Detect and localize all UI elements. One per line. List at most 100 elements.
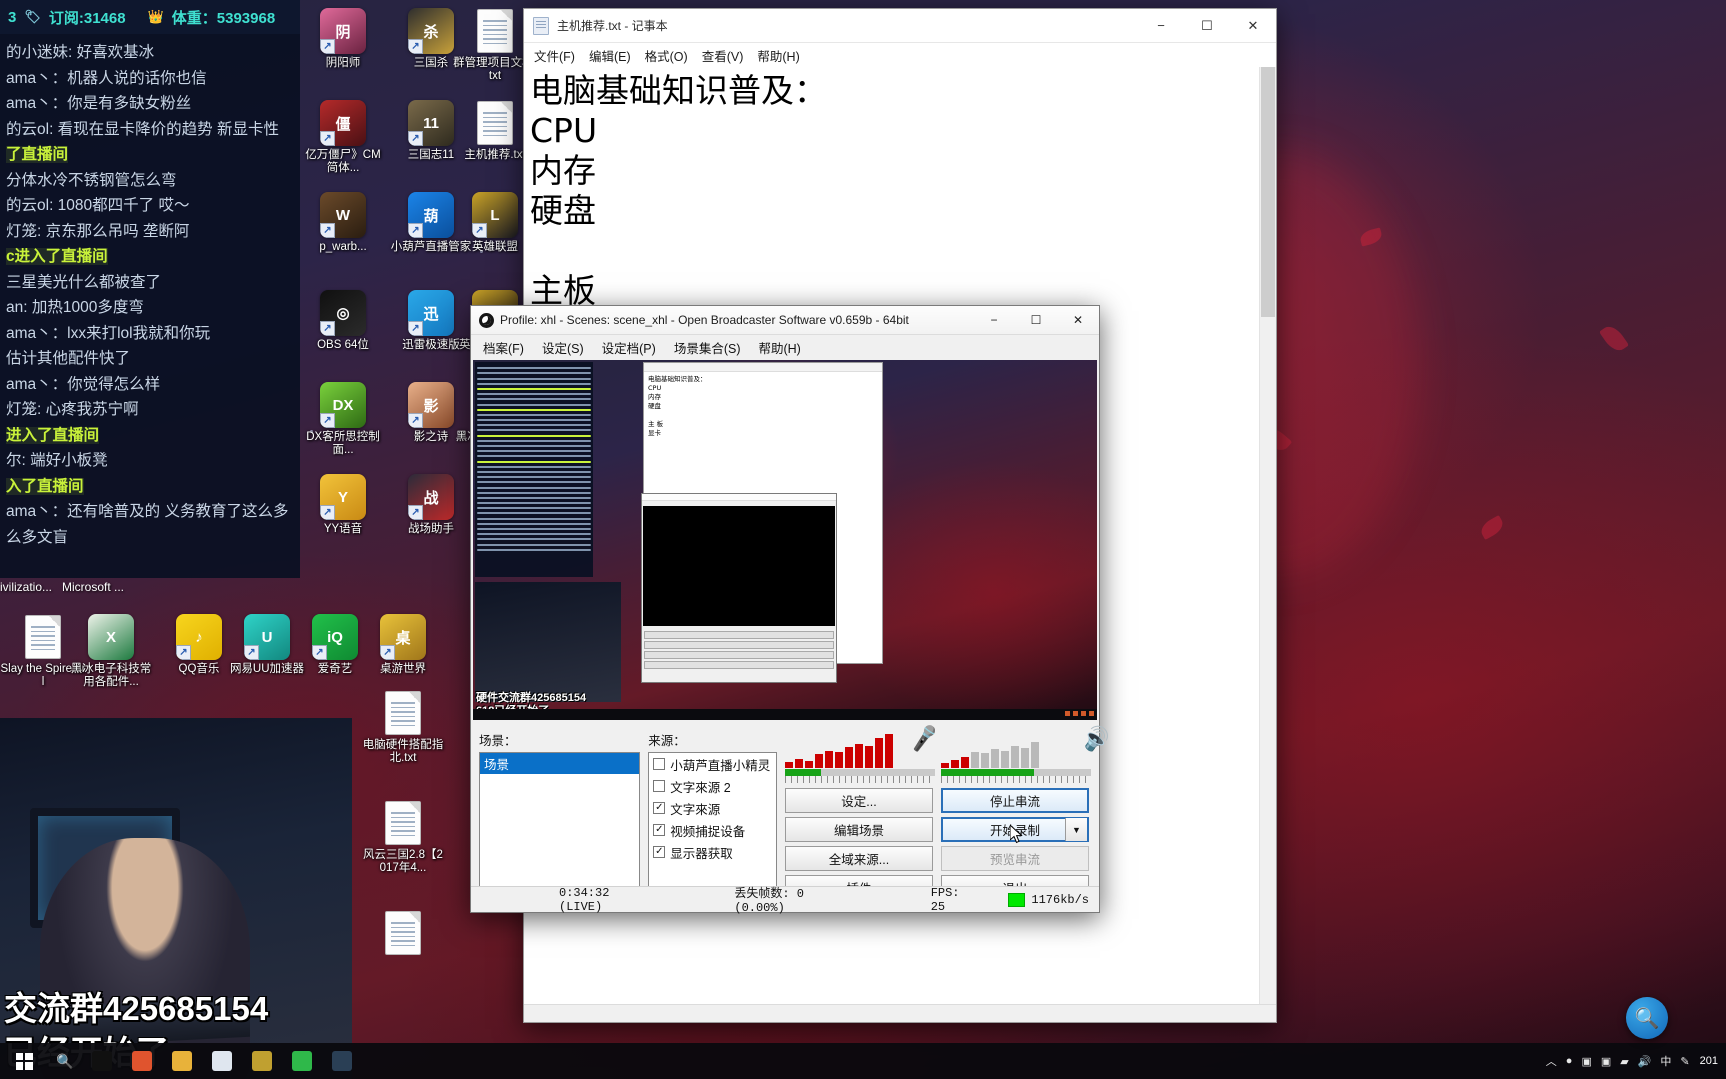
speaker-level-fill — [941, 769, 1034, 776]
source-list-item[interactable]: 文字來源 2 — [649, 775, 776, 797]
notepad-close-button[interactable]: ✕ — [1230, 9, 1276, 43]
desktop-icon[interactable]: 僵 ↗ 亿万僵尸》CM简体... — [300, 100, 386, 175]
obs-button[interactable]: 全域来源... — [785, 846, 933, 871]
notepad-titlebar[interactable]: 主机推荐.txt - 记事本 − ☐ ✕ — [524, 9, 1276, 43]
network-icon[interactable]: ▰ — [1620, 1055, 1628, 1068]
notepad-menu-item[interactable]: 文件(F) — [534, 46, 575, 65]
obs-window[interactable]: Profile: xhl - Scenes: scene_xhl - Open … — [470, 305, 1112, 915]
obs-button[interactable]: 停止串流 — [941, 788, 1089, 813]
obs-control-panel[interactable]: 场景： 场景 来源： 小葫芦直播小精灵 文字來源 2 ✓ 文字來源 ✓ 视频捕捉设备 ✓ 显示… — [471, 724, 1112, 900]
source-list-item[interactable]: ✓ 文字來源 — [649, 797, 776, 819]
volume-icon[interactable]: 🔊 — [1638, 1055, 1652, 1068]
vu-bar — [951, 760, 959, 768]
desktop-icon[interactable] — [360, 910, 446, 959]
notepad-menu-item[interactable]: 格式(O) — [645, 46, 688, 65]
desktop-icon[interactable]: W ↗ p_warb... — [300, 192, 386, 254]
source-checkbox[interactable]: ✓ — [653, 824, 666, 836]
chat-message-text: ama丶：你觉得怎么样 — [6, 375, 161, 393]
app-tray-icon[interactable]: ▣ — [1601, 1055, 1611, 1068]
obs-button[interactable]: 开始录制 ▼ — [941, 817, 1089, 842]
desktop-icon[interactable]: 战 ↗ 战场助手 — [388, 474, 474, 536]
obs-right-button-column[interactable]: 停止串流开始录制▼预览串流退出 — [941, 788, 1089, 900]
shortcut-arrow-icon: ↗ — [320, 223, 335, 238]
notepad-taskbar-icon[interactable] — [202, 1043, 242, 1079]
iqiyi-icon: iQ ↗ — [312, 614, 358, 660]
shield-icon[interactable]: ▣ — [1581, 1055, 1591, 1068]
desktop-icon-label: 亿万僵尸》CM简体... — [305, 149, 381, 174]
chrome-taskbar-icon[interactable] — [122, 1043, 162, 1079]
chat-header-left-fragment: 3 — [8, 8, 17, 26]
search-circle-icon[interactable]: 🔍 — [1626, 997, 1668, 1039]
obs-button[interactable]: 设定... — [785, 788, 933, 813]
obs-sources-column[interactable]: 来源： 小葫芦直播小精灵 文字來源 2 ✓ 文字來源 ✓ 视频捕捉设备 ✓ 显示器获取 — [648, 730, 777, 900]
chevron-down-icon[interactable]: ▼ — [1065, 818, 1087, 841]
obs-scenes-column[interactable]: 场景： 场景 — [479, 730, 641, 900]
taskbar-clock[interactable]: 201 — [1700, 1055, 1726, 1068]
steam-taskbar-icon[interactable] — [322, 1043, 362, 1079]
notepad-menu-item[interactable]: 编辑(E) — [589, 46, 631, 65]
vu-bar — [845, 747, 853, 768]
sources-label: 来源： — [648, 734, 686, 748]
app-taskbar-icon[interactable] — [282, 1043, 322, 1079]
source-checkbox[interactable] — [653, 780, 666, 792]
scenes-listbox[interactable]: 场景 — [479, 752, 641, 890]
obs-menu-item[interactable]: 帮助(H) — [758, 338, 800, 357]
mic-scale — [785, 776, 935, 783]
notepad-scrollbar-thumb[interactable] — [1261, 67, 1275, 317]
notepad-maximize-button[interactable]: ☐ — [1184, 9, 1230, 43]
taskbar-app-list[interactable] — [82, 1043, 362, 1079]
folder-taskbar-icon[interactable] — [162, 1043, 202, 1079]
source-list-item[interactable]: ✓ 视频捕捉设备 — [649, 819, 776, 841]
notepad-menu-item[interactable]: 帮助(H) — [757, 46, 799, 65]
obs-menu-item[interactable]: 设定档(P) — [602, 338, 656, 357]
game-taskbar-icon[interactable] — [242, 1043, 282, 1079]
obs-menubar[interactable]: 档案(F) 设定(S) 设定档(P) 场景集合(S) 帮助(H) — [471, 335, 1099, 359]
search-icon[interactable]: 🔍 — [48, 1043, 82, 1079]
desktop-icon[interactable]: DX ↗ DX客所思控制面... — [300, 382, 386, 457]
notepad-menubar[interactable]: 文件(F) 编辑(E) 格式(O) 查看(V) 帮助(H) — [524, 43, 1276, 67]
obs-close-button[interactable]: ✕ — [1057, 306, 1099, 335]
obs-button-label: 停止串流 — [989, 795, 1040, 809]
obs-preview-canvas[interactable]: 电脑基础知识普及： CPU 内存 硬盘 主 板 显卡 硬件交流群42568515… — [473, 360, 1097, 720]
windows-taskbar[interactable]: 🔍 ︿ ● ▣ ▣ ▰ 🔊 中 ✎ 201 — [0, 1043, 1726, 1079]
preview-chat-line — [477, 491, 591, 494]
obs-taskbar-icon[interactable] — [82, 1043, 122, 1079]
chevron-up-icon[interactable]: ︿ — [1546, 1053, 1557, 1069]
vu-bar — [785, 762, 793, 768]
notepad-window-controls[interactable]: − ☐ ✕ — [1138, 9, 1276, 43]
desktop-icon[interactable]: 桌 ↗ 桌游世界 — [360, 614, 446, 676]
source-list-item[interactable]: ✓ 显示器获取 — [649, 841, 776, 863]
notepad-scrollbar[interactable] — [1259, 67, 1276, 1004]
preview-chat-line — [477, 522, 591, 525]
game-shadowverse-icon: 影 ↗ — [408, 382, 454, 428]
obs-button[interactable]: 编辑场景 — [785, 817, 933, 842]
ime-icon[interactable]: 中 — [1660, 1053, 1671, 1069]
desktop-icon[interactable]: 风云三国2.8【2017年4... — [360, 800, 446, 875]
scene-list-item[interactable]: 场景 — [480, 753, 640, 774]
sources-listbox[interactable]: 小葫芦直播小精灵 文字來源 2 ✓ 文字來源 ✓ 视频捕捉设备 ✓ 显示器获取 — [648, 752, 777, 890]
notepad-menu-item[interactable]: 查看(V) — [702, 46, 744, 65]
obs-minimize-button[interactable]: − — [973, 306, 1015, 335]
windows-start-icon[interactable] — [0, 1043, 48, 1079]
source-checkbox[interactable]: ✓ — [653, 846, 666, 858]
obs-menu-item[interactable]: 场景集合(S) — [674, 338, 741, 357]
desktop-icon[interactable]: 电脑硬件搭配指北.txt — [360, 690, 446, 765]
obs-maximize-button[interactable]: ☐ — [1015, 306, 1057, 335]
source-checkbox[interactable]: ✓ — [653, 802, 666, 814]
flame-icon[interactable]: ● — [1566, 1055, 1573, 1067]
source-list-item[interactable]: 小葫芦直播小精灵 — [649, 753, 776, 775]
system-tray[interactable]: ︿ ● ▣ ▣ ▰ 🔊 中 ✎ — [1546, 1053, 1700, 1069]
keyboard-icon[interactable]: ✎ — [1680, 1055, 1689, 1068]
desktop-icon[interactable]: X 黑冰电子科技常用各配件... — [68, 614, 154, 689]
desktop-icon[interactable]: Y ↗ YY语音 — [300, 474, 386, 536]
source-checkbox[interactable] — [653, 758, 666, 770]
desktop-icon[interactable]: ◎ ↗ OBS 64位 — [300, 290, 386, 352]
notepad-minimize-button[interactable]: − — [1138, 9, 1184, 43]
desktop-icon[interactable]: 阴 ↗ 阴阳师 — [300, 8, 386, 70]
obs-meters-and-buttons[interactable]: 🎤 设定...编辑场景全域来源...插件 — [785, 724, 1112, 900]
obs-window-controls[interactable]: − ☐ ✕ — [973, 306, 1099, 335]
obs-titlebar[interactable]: Profile: xhl - Scenes: scene_xhl - Open … — [471, 306, 1099, 335]
preview-chat-line — [477, 543, 591, 546]
obs-menu-item[interactable]: 设定(S) — [542, 338, 584, 357]
obs-menu-item[interactable]: 档案(F) — [483, 338, 524, 357]
